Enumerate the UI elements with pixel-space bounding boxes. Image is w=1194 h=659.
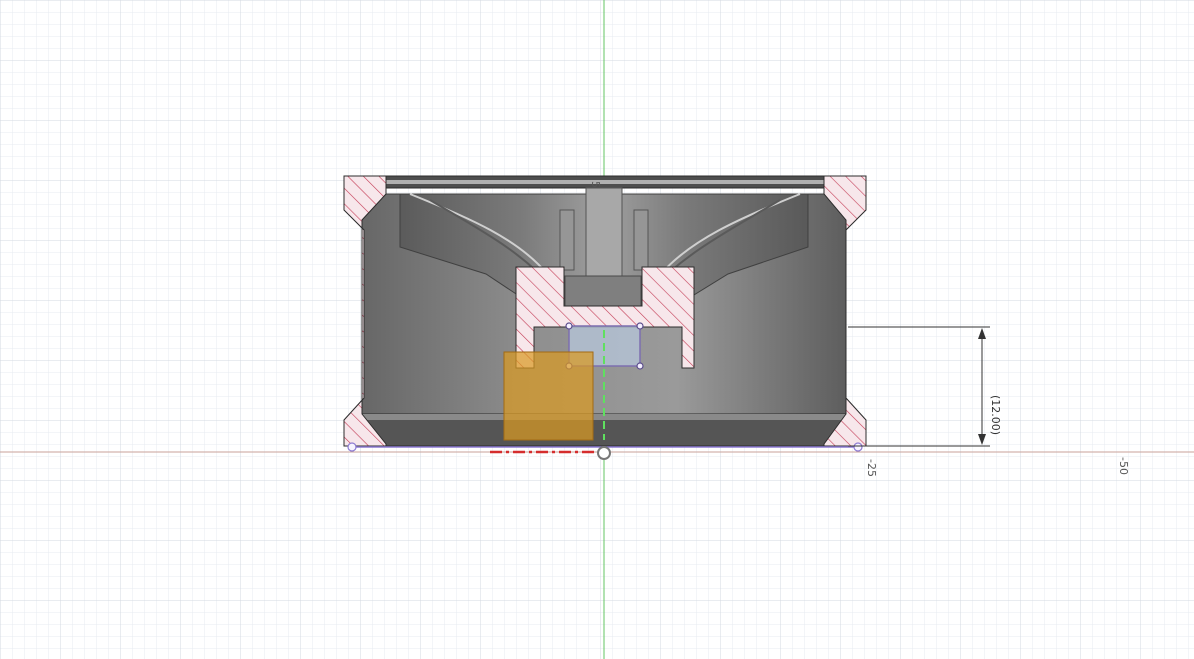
center-small-label: 5 (589, 181, 602, 188)
profile-vertex-bottom-right[interactable] (636, 362, 644, 370)
left-sketch-point[interactable] (347, 442, 357, 452)
top-rim-highlight (356, 180, 854, 184)
center-post-left-rib (559, 209, 575, 271)
fusion-design-canvas[interactable]: (12.00) -25 -50 5 (0, 0, 1194, 659)
origin-point[interactable] (597, 446, 611, 460)
dimension-label[interactable]: (12.00) (989, 395, 1002, 435)
magnet-gap (564, 275, 642, 307)
right-sketch-point[interactable] (853, 442, 863, 452)
speaker-section-body[interactable] (343, 175, 867, 447)
axis-label-neg-50: -50 (1117, 457, 1130, 475)
center-post (585, 187, 623, 281)
highlighted-face[interactable] (503, 351, 594, 441)
axis-label-neg-25: -25 (865, 459, 878, 477)
profile-vertex-top-left[interactable] (565, 322, 573, 330)
center-post-right-rib (633, 209, 649, 271)
profile-vertex-top-right[interactable] (636, 322, 644, 330)
